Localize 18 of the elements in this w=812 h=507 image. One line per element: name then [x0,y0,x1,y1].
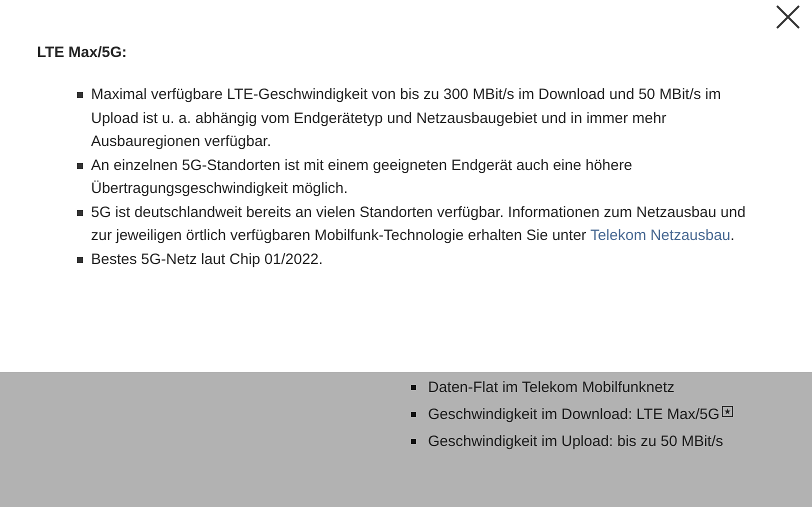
star-icon[interactable] [722,406,733,417]
bullet-icon [411,385,416,390]
feature-text: Daten-Flat im Telekom Mobilfunknetz [428,378,674,398]
bullet-icon [77,210,83,216]
list-text: An einzelnen 5G-Standorten ist mit einem geeigneten Endgerät auch eine höhere Übertragungsgeschwindigkeit möglich. [91,156,634,199]
close-icon[interactable] [776,5,800,29]
list-text: Bestes 5G-Netz laut Chip 01/2022. [91,250,324,270]
modal-heading: LTE Max/5G: [37,43,128,63]
link[interactable]: Telekom Netzausbau [590,227,730,244]
bullet-icon [77,92,83,98]
bullet-icon [411,412,416,417]
bullet-icon [77,256,83,262]
feature-text: Geschwindigkeit im Download: LTE Max/5G [428,405,720,425]
feature-text: Geschwindigkeit im Upload: bis zu 50 MBit/s [428,432,724,452]
list-text: Maximal verfügbare LTE-Geschwindigkeit von bis zu 300 MBit/s im Download und 50 MBit/s im Upload ist u. a. abhängig vom Endgerätetyp und Netzausbaugebiet und in immer mehr Ausbauregionen verfügbar. [91,85,722,152]
bullet-icon [77,162,83,168]
list-text: 5G ist deutschlandweit bereits an vielen Standorten verfügbar. Informationen zum Netzausbau und zur jeweiligen örtlich verfügbaren Mobilfunk-Technologie erhalten Sie unter Telekom Netzausbau. [91,202,747,246]
bullet-icon [411,439,416,444]
